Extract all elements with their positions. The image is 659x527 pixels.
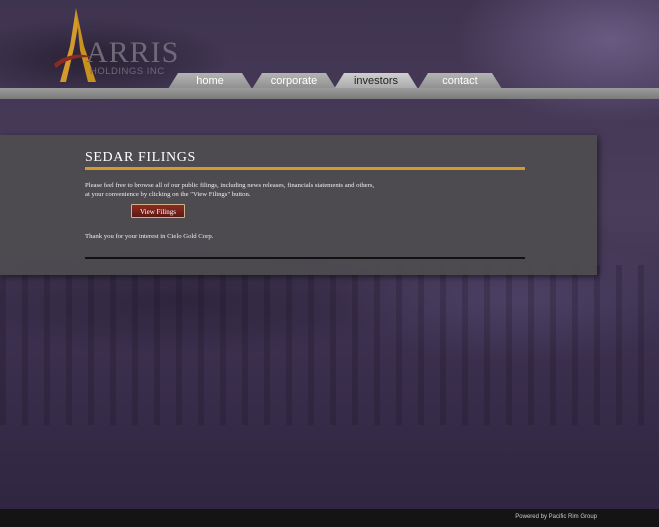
nav-tab-home[interactable]: home [168, 73, 252, 89]
logo[interactable]: ARRIS HOLDINGS INC [48, 6, 178, 86]
nav-bar [0, 88, 659, 99]
title-divider [85, 167, 525, 170]
background-reflection [0, 265, 659, 425]
powered-by-link[interactable]: Powered by Pacific Rim Group [515, 514, 597, 520]
thanks-text: Thank you for your interest in Cielo Gol… [85, 233, 214, 240]
intro-text: Please feel free to browse all of our pu… [85, 181, 445, 199]
header: ARRIS HOLDINGS INC home corporate invest… [0, 0, 659, 100]
nav-tab-investors[interactable]: investors [334, 73, 418, 89]
intro-line-2: at your convenience by clicking on the "… [85, 191, 251, 198]
page-title: SEDAR FILINGS [85, 150, 196, 165]
intro-line-1: Please feel free to browse all of our pu… [85, 182, 375, 189]
footer: Powered by Pacific Rim Group [0, 509, 659, 527]
view-filings-button[interactable]: View Filings [131, 204, 185, 218]
content-divider [85, 257, 525, 259]
logo-subtitle: HOLDINGS INC [90, 66, 165, 77]
nav-tab-contact[interactable]: contact [418, 73, 502, 89]
nav-tab-corporate[interactable]: corporate [252, 73, 336, 89]
logo-name: ARRIS [86, 36, 180, 69]
